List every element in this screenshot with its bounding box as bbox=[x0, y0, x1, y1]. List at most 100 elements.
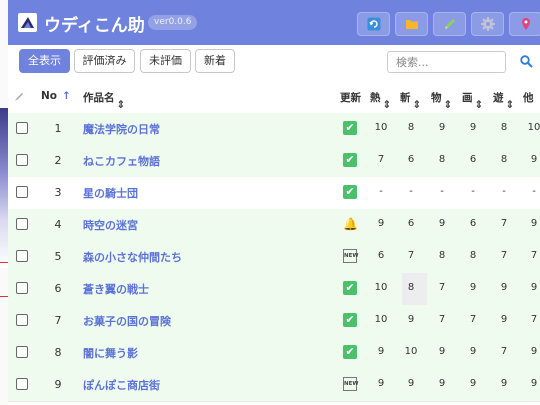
rating-cell: 8 bbox=[438, 250, 446, 261]
background-underline bbox=[0, 296, 8, 297]
game-title-link[interactable]: お菓子の国の冒険 bbox=[83, 313, 171, 329]
table-row[interactable]: 6 蒼き翼の戦士 ✔ 10 8 7 9 9 9 bbox=[8, 273, 540, 306]
rating-cell: 7 bbox=[500, 250, 508, 261]
checkmark-icon: ✔ bbox=[343, 345, 357, 359]
game-title-link[interactable]: 星の騎士団 bbox=[83, 185, 138, 201]
column-c1[interactable]: 熱 ⇕ bbox=[370, 90, 391, 111]
row-checkbox[interactable] bbox=[16, 122, 28, 134]
table-row[interactable]: 7 お菓子の国の冒険 ✔ 10 9 7 7 9 7 bbox=[8, 305, 540, 338]
table-row[interactable]: 1 魔法学院の日常 ✔ 10 8 9 9 8 10 bbox=[8, 113, 540, 146]
column-c1-label: 熱 bbox=[370, 92, 381, 104]
settings-button[interactable] bbox=[471, 12, 504, 36]
row-checkbox[interactable] bbox=[16, 378, 28, 390]
row-number: 5 bbox=[54, 250, 62, 263]
game-title-link[interactable]: ねこカフェ物語 bbox=[83, 153, 160, 169]
game-title-link[interactable]: 森の小さな仲間たち bbox=[83, 249, 182, 265]
rating-cell: - bbox=[440, 186, 444, 197]
row-number: 3 bbox=[54, 186, 62, 199]
rating-cell: - bbox=[532, 186, 536, 197]
sort-icon: ⇕ bbox=[116, 99, 126, 111]
column-c4[interactable]: 画 ⇕ bbox=[462, 90, 483, 111]
table-row[interactable]: 5 森の小さな仲間たち NEW 6 7 8 8 7 7 bbox=[8, 241, 540, 274]
filter-unrated-button[interactable]: 未評価 bbox=[140, 49, 191, 73]
rating-cell: 9 bbox=[500, 378, 508, 389]
search-input[interactable] bbox=[387, 51, 506, 73]
column-c2-label: 斬 bbox=[400, 92, 411, 104]
row-number: 4 bbox=[54, 218, 62, 231]
table-row[interactable]: 2 ねこカフェ物語 ✔ 7 6 8 6 8 9 bbox=[8, 145, 540, 178]
game-title-link[interactable]: 時空の迷宮 bbox=[83, 217, 138, 233]
rating-cell: 9 bbox=[438, 218, 446, 229]
rating-cell: 7 bbox=[530, 314, 538, 325]
refresh-icon bbox=[367, 17, 381, 31]
row-checkbox[interactable] bbox=[16, 346, 28, 358]
game-title-link[interactable]: 蒼き翼の戦士 bbox=[83, 281, 149, 297]
table-row[interactable]: 9 ぽんぽこ商店街 NEW 9 9 9 9 9 9 bbox=[8, 369, 540, 402]
column-no[interactable]: No ↑ bbox=[41, 90, 71, 102]
folder-icon bbox=[406, 20, 418, 29]
app-logo-icon bbox=[18, 13, 37, 32]
rating-cell: 10 bbox=[374, 282, 388, 293]
row-number: 9 bbox=[54, 378, 62, 391]
rating-cell: 10 bbox=[527, 122, 540, 133]
edit-button[interactable] bbox=[433, 12, 466, 36]
app-title: ウディこん助 bbox=[44, 16, 145, 36]
open-folder-button[interactable] bbox=[395, 12, 428, 36]
rating-cell: 9 bbox=[407, 314, 415, 325]
game-title-link[interactable]: 魔法学院の日常 bbox=[83, 121, 160, 137]
rating-cell: 7 bbox=[500, 218, 508, 229]
row-checkbox[interactable] bbox=[16, 250, 28, 262]
rating-cell: 9 bbox=[469, 378, 477, 389]
app-panel: ウディこん助 ver0.0.6 全表示 評価済み 未評価 新着 検索... No… bbox=[8, 0, 540, 405]
column-c4-label: 画 bbox=[462, 92, 473, 104]
sort-asc-icon: ↑ bbox=[62, 90, 71, 102]
app-header: ウディこん助 ver0.0.6 bbox=[8, 0, 540, 45]
column-c5[interactable]: 遊 ⇕ bbox=[493, 90, 514, 111]
rating-cell: 9 bbox=[377, 346, 385, 357]
filter-rated-button[interactable]: 評価済み bbox=[74, 49, 135, 73]
row-checkbox[interactable] bbox=[16, 218, 28, 230]
sort-icon: ⇕ bbox=[474, 99, 484, 111]
rating-cell: - bbox=[502, 186, 506, 197]
rating-cell: 8 bbox=[407, 122, 415, 133]
column-c6[interactable]: 他 bbox=[523, 90, 534, 105]
filter-new-button[interactable]: 新着 bbox=[195, 49, 235, 73]
row-checkbox[interactable] bbox=[16, 282, 28, 294]
new-badge-icon: NEW bbox=[343, 249, 358, 263]
column-update[interactable]: 更新 bbox=[340, 90, 361, 105]
rating-cell: 9 bbox=[469, 282, 477, 293]
row-checkbox[interactable] bbox=[16, 186, 28, 198]
search-icon[interactable] bbox=[520, 55, 533, 68]
rating-cell: 8 bbox=[500, 122, 508, 133]
rating-cell: 10 bbox=[374, 314, 388, 325]
row-checkbox[interactable] bbox=[16, 314, 28, 326]
rating-cell: 9 bbox=[530, 218, 538, 229]
row-number: 8 bbox=[54, 346, 62, 359]
checkmark-icon: ✔ bbox=[343, 121, 357, 135]
table-row[interactable]: 4 時空の迷宮 🔔 9 6 9 6 7 9 bbox=[8, 209, 540, 242]
checkmark-icon: ✔ bbox=[343, 281, 357, 295]
rating-cell: 7 bbox=[500, 346, 508, 357]
game-title-link[interactable]: ぽんぽこ商店街 bbox=[83, 377, 160, 393]
game-title-link[interactable]: 闇に舞う影 bbox=[83, 345, 138, 361]
row-number: 2 bbox=[54, 154, 62, 167]
row-number: 7 bbox=[54, 314, 62, 327]
table-row[interactable]: 3 星の騎士団 ✔ - - - - - - bbox=[8, 177, 540, 210]
filter-all-button[interactable]: 全表示 bbox=[19, 49, 70, 73]
column-c3[interactable]: 物 ⇕ bbox=[431, 90, 452, 111]
column-title[interactable]: 作品名 ⇕ bbox=[83, 90, 125, 111]
pin-button[interactable] bbox=[509, 12, 540, 36]
column-c2[interactable]: 斬 ⇕ bbox=[400, 90, 421, 111]
rating-cell: 9 bbox=[438, 378, 446, 389]
column-title-label: 作品名 bbox=[83, 92, 115, 104]
rating-cell: 9 bbox=[438, 346, 446, 357]
background-image bbox=[0, 108, 8, 268]
bell-icon: 🔔 bbox=[343, 217, 358, 231]
column-c3-label: 物 bbox=[431, 92, 442, 104]
row-checkbox[interactable] bbox=[16, 154, 28, 166]
background-page-strip bbox=[0, 0, 8, 405]
table-row[interactable]: 8 闇に舞う影 ✔ 9 10 9 9 7 9 bbox=[8, 337, 540, 370]
checkmark-icon: ✔ bbox=[343, 185, 357, 199]
refresh-button[interactable] bbox=[357, 12, 390, 36]
rating-cell: 9 bbox=[469, 346, 477, 357]
